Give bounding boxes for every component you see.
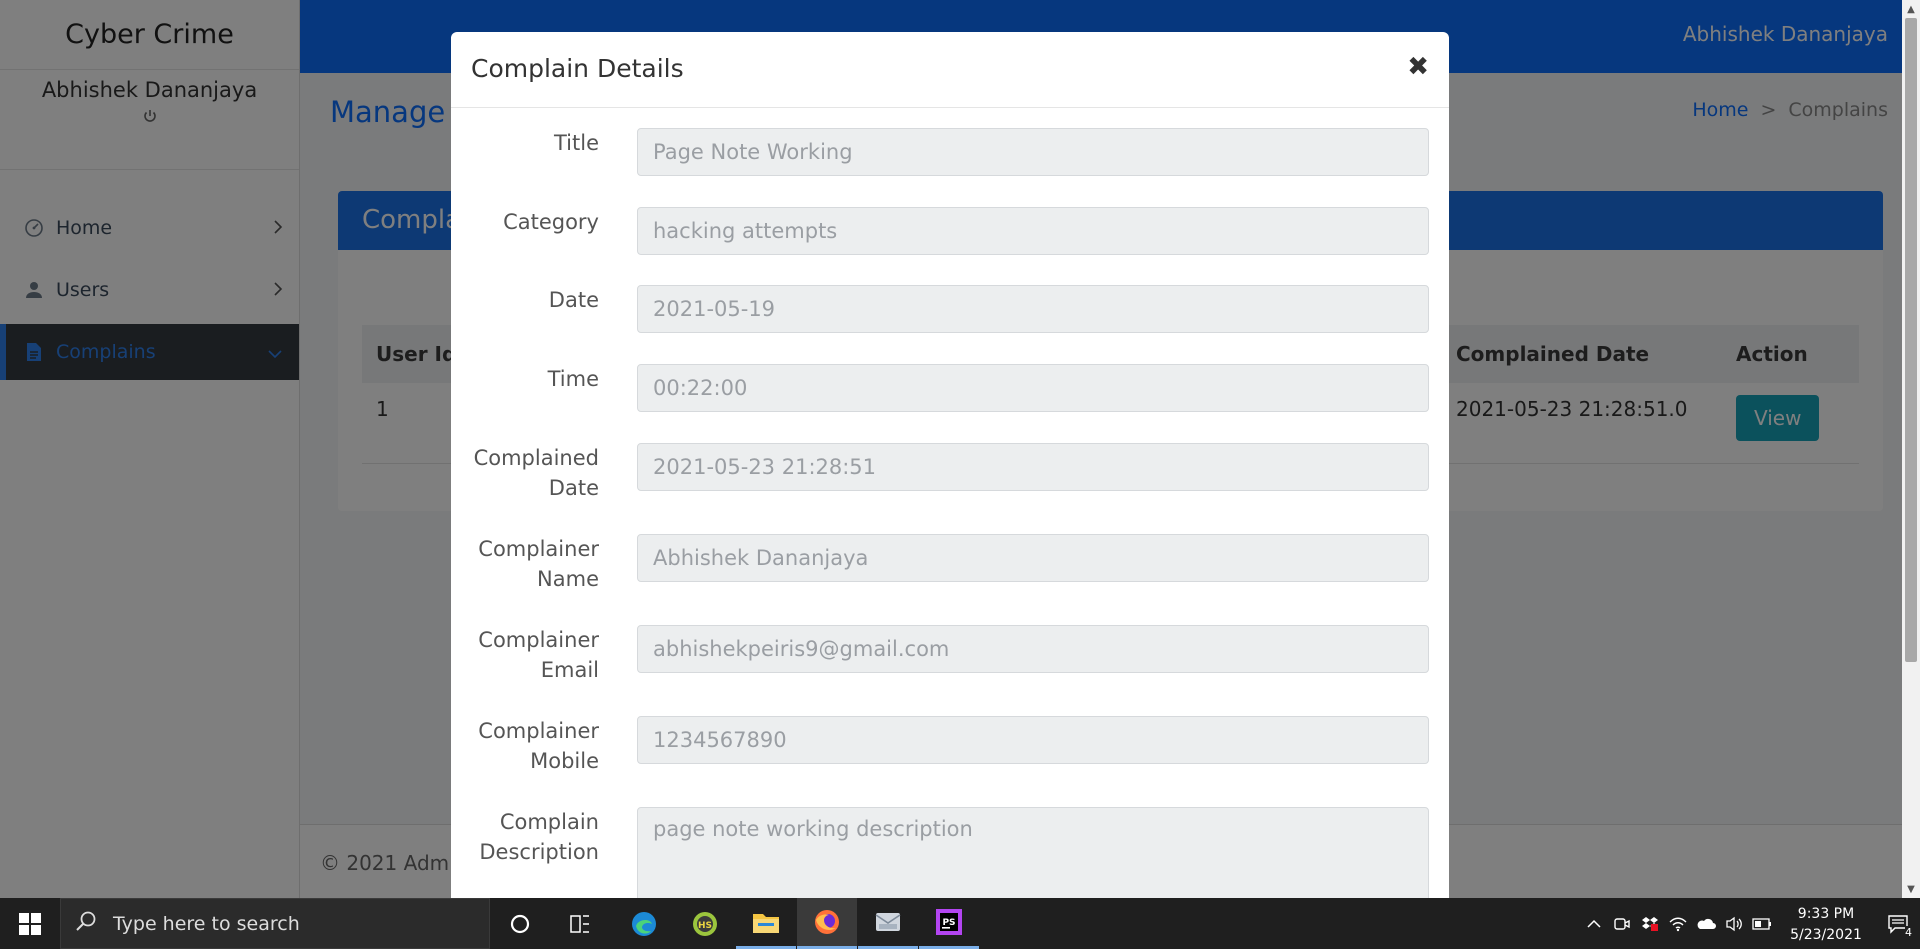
- svg-text:HS: HS: [698, 921, 712, 931]
- windows-start-icon[interactable]: [0, 898, 60, 949]
- category-field[interactable]: hacking attempts: [637, 207, 1429, 255]
- close-icon[interactable]: ✖: [1407, 52, 1429, 82]
- dropbox-icon[interactable]: [1636, 898, 1664, 949]
- field-label: Category: [503, 210, 599, 234]
- complainer-email-field[interactable]: abhishekpeiris9@gmail.com: [637, 625, 1429, 673]
- field-label-line: Mobile: [530, 749, 599, 773]
- complain-details-modal: Complain Details ✖ Title Page Note Worki…: [451, 32, 1449, 898]
- mail-app-icon[interactable]: [858, 898, 918, 949]
- field-label: Title: [553, 131, 599, 155]
- phpstorm-icon[interactable]: PS: [919, 898, 979, 949]
- field-label-line: Name: [537, 567, 599, 591]
- field-label: Time: [547, 367, 599, 391]
- search-placeholder: Type here to search: [113, 912, 300, 935]
- battery-icon[interactable]: [1748, 898, 1776, 949]
- field-label-line: Complain: [499, 810, 599, 834]
- search-icon: [75, 910, 97, 937]
- date-field[interactable]: 2021-05-19: [637, 285, 1429, 333]
- task-view-icon[interactable]: [550, 898, 610, 949]
- complainer-mobile-field[interactable]: 1234567890: [637, 716, 1429, 764]
- field-label: Complainer Email: [451, 625, 599, 685]
- volume-icon[interactable]: [1720, 898, 1748, 949]
- meet-now-icon[interactable]: [1608, 898, 1636, 949]
- taskbar-search-input[interactable]: Type here to search: [60, 898, 490, 949]
- field-label-line: Complained: [473, 446, 599, 470]
- field-label-line: Email: [540, 658, 599, 682]
- clock-time: 9:33 PM: [1797, 906, 1855, 922]
- field-label-line: Complainer: [478, 628, 599, 652]
- svg-text:PS: PS: [942, 918, 955, 928]
- time-field[interactable]: 00:22:00: [637, 364, 1429, 412]
- scroll-down-icon[interactable]: ▼: [1902, 880, 1920, 898]
- windows-taskbar: Type here to search HS PS 9:33 PM 5/23/2…: [0, 898, 1920, 949]
- chevron-up-icon[interactable]: [1580, 898, 1608, 949]
- modal-title: Complain Details: [471, 54, 684, 83]
- notification-center-icon[interactable]: 4: [1876, 898, 1920, 949]
- firefox-icon[interactable]: [797, 898, 857, 949]
- wifi-icon[interactable]: [1664, 898, 1692, 949]
- scroll-up-icon[interactable]: ▲: [1902, 0, 1920, 18]
- field-label: Complained Date: [451, 443, 599, 503]
- field-label-line: Complainer: [478, 719, 599, 743]
- taskbar-clock[interactable]: 9:33 PM 5/23/2021: [1776, 901, 1876, 946]
- cortana-icon[interactable]: [490, 898, 550, 949]
- field-label: Complainer Name: [451, 534, 599, 594]
- file-explorer-icon[interactable]: [736, 898, 796, 949]
- edge-browser-icon[interactable]: [614, 898, 674, 949]
- clock-date: 5/23/2021: [1790, 927, 1862, 943]
- notification-count-badge: 4: [1905, 926, 1912, 939]
- field-label-line: Complainer: [478, 537, 599, 561]
- field-label: Date: [548, 288, 599, 312]
- complain-description-field[interactable]: page note working description: [637, 807, 1429, 898]
- scrollbar-thumb[interactable]: [1905, 18, 1917, 662]
- field-label-line: Description: [479, 840, 599, 864]
- onedrive-icon[interactable]: [1692, 898, 1720, 949]
- hotspot-app-icon[interactable]: HS: [675, 898, 735, 949]
- page-scrollbar[interactable]: ▲ ▼: [1902, 0, 1920, 898]
- field-label: Complainer Mobile: [451, 716, 599, 776]
- system-tray: 9:33 PM 5/23/2021 4: [1580, 898, 1920, 949]
- modal-header: Complain Details ✖: [451, 32, 1449, 108]
- complained-date-field[interactable]: 2021-05-23 21:28:51: [637, 443, 1429, 491]
- title-field[interactable]: Page Note Working: [637, 128, 1429, 176]
- field-label: Complain Description: [451, 807, 599, 867]
- complainer-name-field[interactable]: Abhishek Dananjaya: [637, 534, 1429, 582]
- field-label-line: Date: [548, 476, 599, 500]
